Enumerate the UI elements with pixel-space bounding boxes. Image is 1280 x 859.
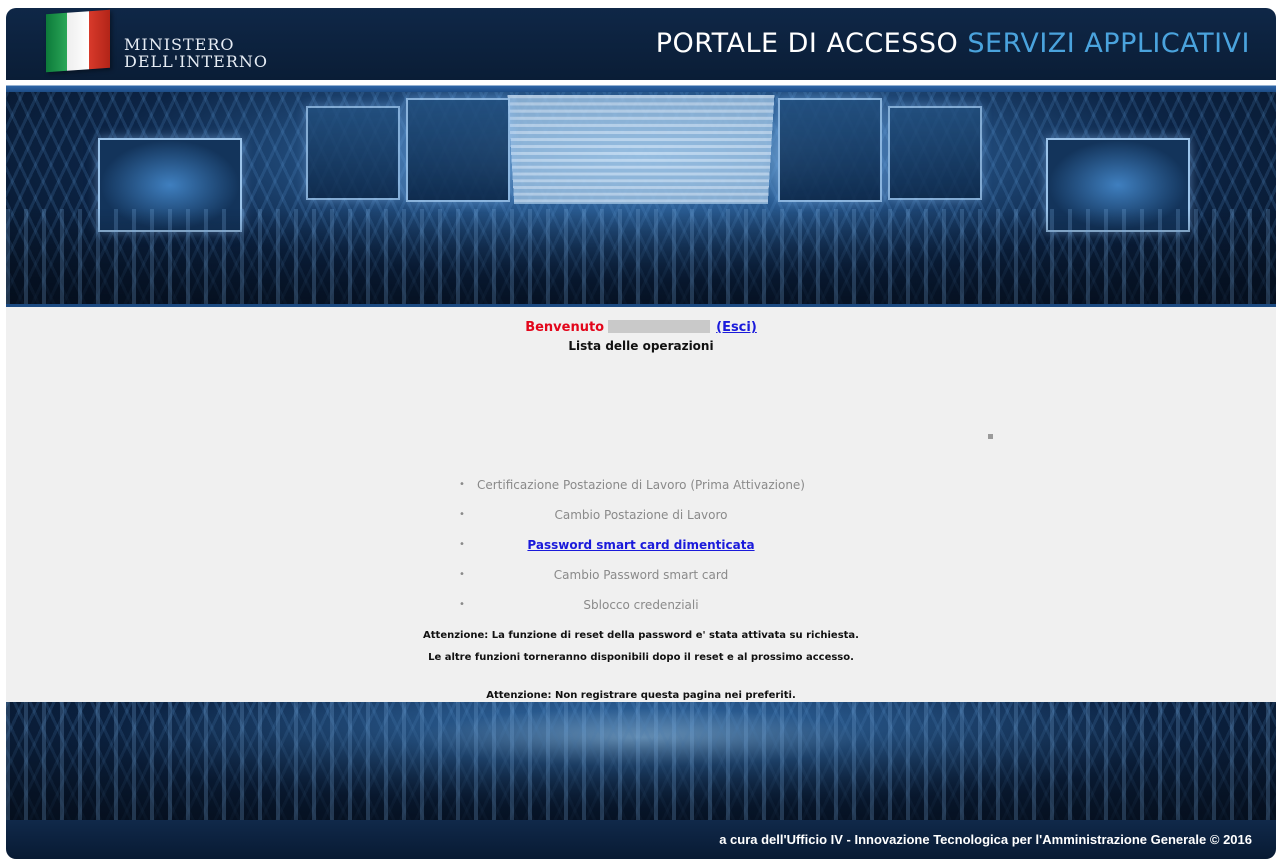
italian-flag-logo <box>46 9 110 73</box>
operation-item-certificazione: • Certificazione Postazione di Lavoro (P… <box>6 470 1276 500</box>
footer-credit-text: a cura dell'Ufficio IV - Innovazione Tec… <box>719 832 1207 847</box>
others-notice: Le altre funzioni torneranno disponibili… <box>428 652 854 663</box>
header: MINISTERO DELL'INTERNO PORTALE DI ACCESS… <box>6 8 1276 80</box>
banner-floor <box>6 209 1276 304</box>
footer-credit: a cura dell'Ufficio IV - Innovazione Tec… <box>719 832 1252 847</box>
operation-label: Certificazione Postazione di Lavoro (Pri… <box>476 478 805 492</box>
footer: a cura dell'Ufficio IV - Innovazione Tec… <box>6 820 1276 859</box>
portal-title-part2: SERVIZI APPLICATIVI <box>967 28 1250 59</box>
bullet-icon: • <box>459 509 465 520</box>
bullet-icon: • <box>459 599 465 610</box>
operations-list-title: Lista delle operazioni <box>568 339 714 353</box>
ministry-name: MINISTERO DELL'INTERNO <box>124 36 268 70</box>
operation-item-cambio-postazione: • Cambio Postazione di Lavoro <box>6 500 1276 530</box>
operations-list: • Certificazione Postazione di Lavoro (P… <box>6 470 1276 620</box>
banner-left-panel <box>306 106 400 200</box>
operation-item-sblocco: • Sblocco credenziali <box>6 590 1276 620</box>
password-forgotten-link[interactable]: Password smart card dimenticata <box>527 538 754 552</box>
footer-copyright: © 2016 <box>1209 832 1252 847</box>
operation-label: Cambio Password smart card <box>553 568 729 582</box>
ministry-line2: DELL'INTERNO <box>124 52 268 71</box>
banner-left-panel-2 <box>406 98 510 202</box>
small-marker <box>988 434 993 439</box>
page-frame: MINISTERO DELL'INTERNO PORTALE DI ACCESS… <box>6 8 1276 859</box>
reset-notice: Attenzione: La funzione di reset della p… <box>423 630 859 641</box>
bullet-icon: • <box>459 569 465 580</box>
username-redacted <box>608 320 711 333</box>
welcome-line: Benvenuto (Esci) <box>6 320 1276 335</box>
logout-link[interactable]: (Esci) <box>716 320 757 335</box>
ministry-line1: MINISTERO <box>124 35 235 54</box>
bookmark-notice: Attenzione: Non registrare questa pagina… <box>486 690 796 701</box>
banner-floor-bottom <box>6 702 1276 820</box>
portal-title: PORTALE DI ACCESSO SERVIZI APPLICATIVI <box>656 28 1250 59</box>
bullet-icon: • <box>459 479 465 490</box>
bottom-banner-image <box>6 702 1276 820</box>
operation-label: Cambio Postazione di Lavoro <box>554 508 728 522</box>
welcome-greeting: Benvenuto <box>525 320 605 335</box>
header-stripe <box>6 80 1276 92</box>
banner-right-panel-2 <box>778 98 882 202</box>
banner-right-panel <box>888 106 982 200</box>
operation-item-password-dimenticata[interactable]: • Password smart card dimenticata <box>6 530 1276 560</box>
banner-center-panel <box>507 95 775 205</box>
bullet-icon: • <box>459 539 465 550</box>
portal-title-part1: PORTALE DI ACCESSO <box>655 28 959 59</box>
operation-item-cambio-password: • Cambio Password smart card <box>6 560 1276 590</box>
top-banner-image <box>6 92 1276 307</box>
operation-label: Sblocco credenziali <box>583 598 699 612</box>
main-content: Benvenuto (Esci) Lista delle operazioni •… <box>6 307 1276 702</box>
